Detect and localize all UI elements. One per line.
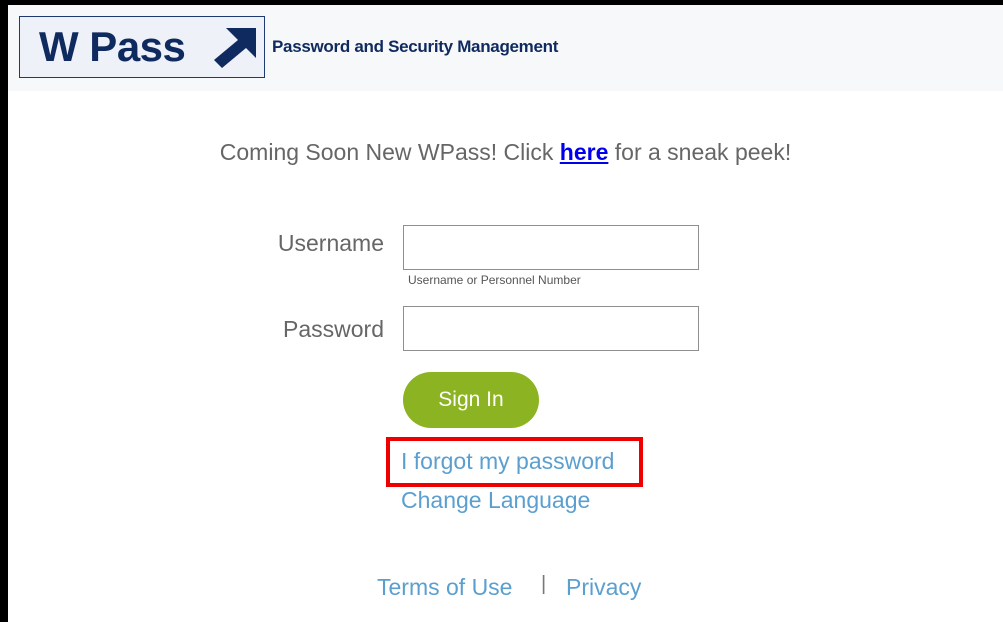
sign-in-button[interactable]: Sign In xyxy=(403,372,539,428)
arrow-up-right-icon xyxy=(214,28,256,68)
username-input[interactable] xyxy=(403,225,699,270)
promo-here-link[interactable]: here xyxy=(560,139,609,165)
wpass-logo: W Pass xyxy=(19,16,265,78)
footer-separator: | xyxy=(541,573,547,595)
change-language-link[interactable]: Change Language xyxy=(401,487,590,514)
forgot-password-highlight xyxy=(386,437,643,487)
promo-prefix: Coming Soon New WPass! Click xyxy=(219,139,554,165)
header-tagline: Password and Security Management xyxy=(272,37,559,56)
terms-of-use-link[interactable]: Terms of Use xyxy=(377,574,512,601)
password-input[interactable] xyxy=(403,306,699,351)
promo-suffix: for a sneak peek! xyxy=(614,139,792,165)
username-label: Username xyxy=(277,230,384,256)
promo-banner: Coming Soon New WPass! Click here for a … xyxy=(8,139,1003,166)
privacy-link[interactable]: Privacy xyxy=(566,574,641,601)
page-header: W Pass Password and Security Management xyxy=(8,5,1003,91)
logo-text: W Pass xyxy=(39,23,186,70)
login-window: W Pass Password and Security Management … xyxy=(0,0,1003,622)
password-label: Password xyxy=(283,316,384,342)
username-hint: Username or Personnel Number xyxy=(408,273,581,287)
